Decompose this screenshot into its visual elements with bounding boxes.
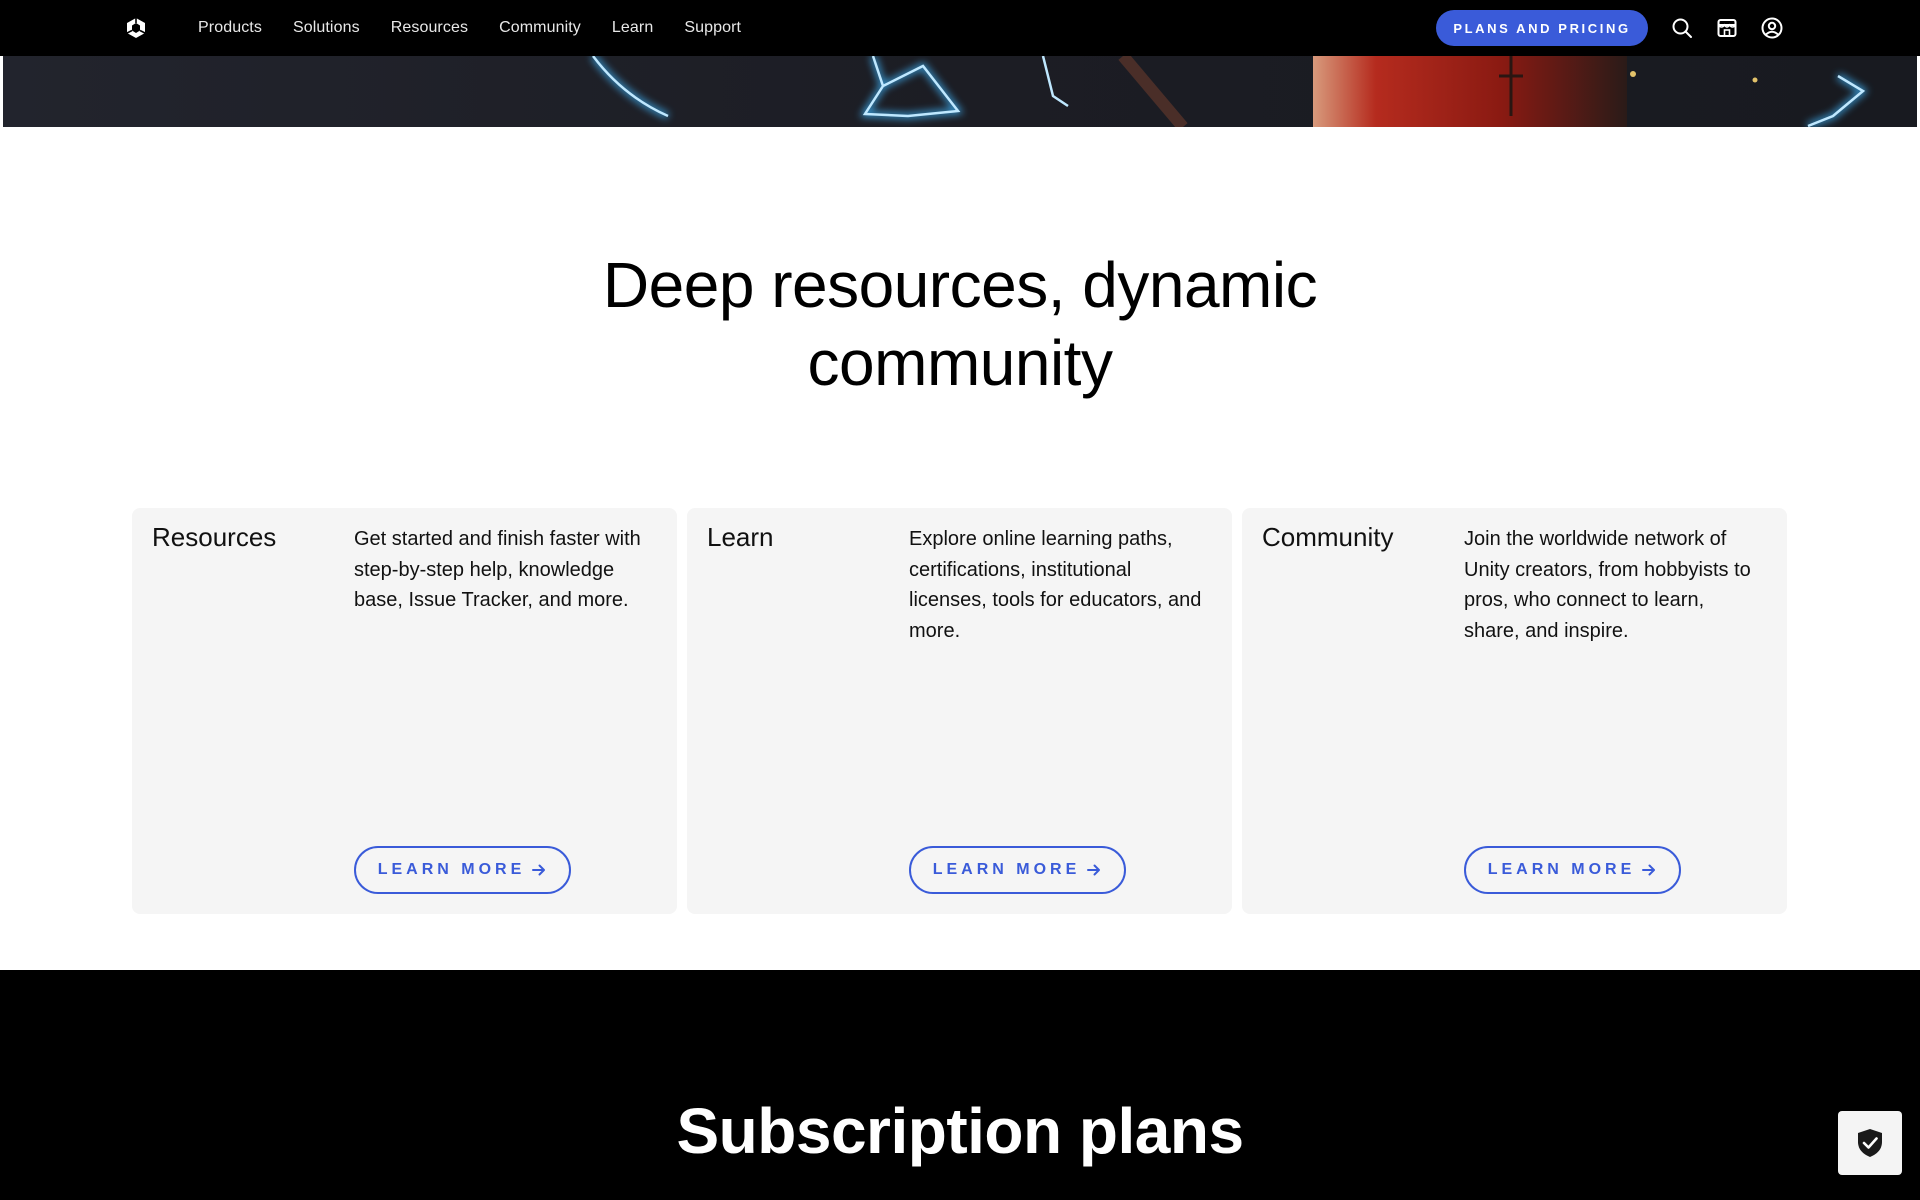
arrow-right-icon (532, 864, 546, 876)
learn-more-button-learn[interactable]: LEARN MORE (909, 846, 1126, 894)
shield-check-icon (1858, 1129, 1882, 1157)
section-title-line2: community (807, 327, 1113, 399)
learn-more-button-resources[interactable]: LEARN MORE (354, 846, 571, 894)
card-learn: Learn Explore online learning paths, cer… (687, 508, 1232, 914)
card-community: Community Join the worldwide network of … (1242, 508, 1787, 914)
nav-item-support[interactable]: Support (684, 19, 741, 37)
nav-item-community[interactable]: Community (499, 19, 581, 37)
card-description: Get started and finish faster with step-… (354, 528, 641, 611)
arrow-right-icon (1642, 864, 1656, 876)
privacy-shield-button[interactable] (1838, 1111, 1902, 1175)
nav-item-resources[interactable]: Resources (391, 19, 468, 37)
card-title: Resources (152, 522, 277, 552)
store-icon[interactable] (1715, 16, 1739, 40)
subscription-section: Subscription plans (0, 970, 1920, 1200)
nav-item-solutions[interactable]: Solutions (293, 19, 360, 37)
card-title: Learn (707, 522, 774, 552)
top-nav: Products Solutions Resources Community L… (0, 0, 1920, 56)
nav-item-learn[interactable]: Learn (612, 19, 653, 37)
hero-image (3, 56, 1917, 127)
section-title: Deep resources, dynamic community (0, 246, 1920, 402)
card-description: Explore online learning paths, certifica… (909, 528, 1202, 642)
unity-logo-icon[interactable] (124, 16, 148, 40)
learn-more-label: LEARN MORE (377, 861, 526, 878)
section-title-line1: Deep resources, dynamic (602, 249, 1318, 321)
nav-item-products[interactable]: Products (198, 19, 262, 37)
learn-more-label: LEARN MORE (1487, 861, 1636, 878)
learn-more-label: LEARN MORE (932, 861, 1081, 878)
learn-more-button-community[interactable]: LEARN MORE (1464, 846, 1681, 894)
card-resources: Resources Get started and finish faster … (132, 508, 677, 914)
card-title: Community (1262, 522, 1394, 552)
arrow-right-icon (1087, 864, 1101, 876)
plans-and-pricing-button[interactable]: PLANS AND PRICING (1436, 10, 1648, 46)
nav-links: Products Solutions Resources Community L… (198, 0, 772, 56)
subscription-title: Subscription plans (676, 1095, 1244, 1167)
search-icon[interactable] (1670, 16, 1694, 40)
account-icon[interactable] (1760, 16, 1784, 40)
card-description: Join the worldwide network of Unity crea… (1464, 528, 1751, 642)
